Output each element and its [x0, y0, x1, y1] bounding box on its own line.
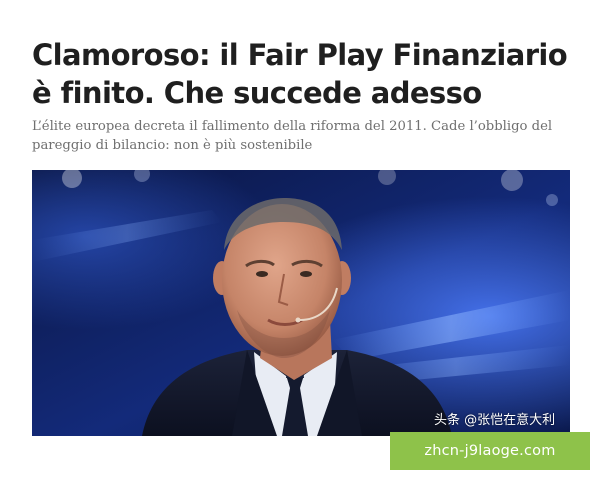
site-badge-label: zhcn-j9laoge.com	[424, 443, 556, 459]
article-subheading: L’élite europea decreta il fallimento de…	[32, 119, 553, 153]
article-hero-image	[32, 170, 570, 436]
site-badge[interactable]: zhcn-j9laoge.com	[390, 432, 590, 470]
article-headline: Clamoroso: il Fair Play Finanziario è fi…	[32, 38, 568, 110]
article-page: Clamoroso: il Fair Play Finanziario è fi…	[0, 0, 600, 480]
image-watermark: 头条 @张恺在意大利	[434, 413, 556, 428]
photo-speaker-at-stage	[32, 170, 570, 436]
